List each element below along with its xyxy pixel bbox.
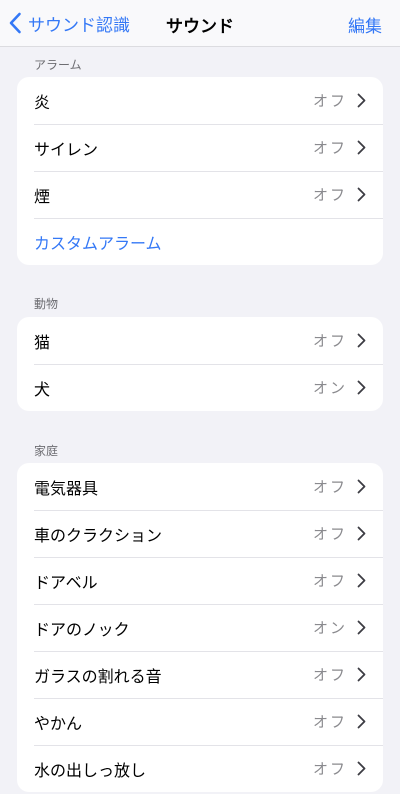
sound-status: オフ	[312, 525, 347, 543]
chevron-right-icon	[357, 526, 366, 541]
custom-alarm-label: カスタムアラーム	[34, 233, 162, 253]
sound-status: オン	[312, 379, 347, 397]
sound-row-car-horn[interactable]: 車のクラクション オフ	[17, 510, 383, 557]
sound-status: オフ	[312, 572, 347, 590]
chevron-right-icon	[357, 479, 366, 494]
sound-row-doorbell[interactable]: ドアベル オフ	[17, 557, 383, 604]
sound-row-cat[interactable]: 猫 オフ	[17, 317, 383, 364]
sound-status: オフ	[312, 139, 347, 157]
sound-status: オフ	[312, 186, 347, 204]
group-alarms: 炎 オフ サイレン オフ 煙 オフ カスタムアラーム	[17, 77, 383, 265]
sound-label: 煙	[34, 186, 51, 206]
group-animals: 猫 オフ 犬 オン	[17, 317, 383, 411]
edit-button[interactable]: 編集	[348, 12, 382, 37]
sound-status: オフ	[312, 760, 347, 778]
sound-status: オフ	[312, 666, 347, 684]
group-household: 電気器具 オフ 車のクラクション オフ ドアベル オフ ドアのノック オン ガラ…	[17, 463, 383, 792]
sound-label: ドアのノック	[34, 619, 130, 639]
sound-status: オフ	[312, 92, 347, 110]
back-button-label: サウンド認識	[28, 15, 130, 36]
section-header-household: 家庭	[34, 444, 59, 458]
sound-label: 炎	[34, 92, 51, 112]
sound-label: ドアベル	[34, 572, 98, 592]
sound-label: 猫	[34, 332, 51, 352]
sound-status: オン	[312, 619, 347, 637]
chevron-right-icon	[357, 333, 366, 348]
sound-label: ガラスの割れる音	[34, 666, 162, 686]
sound-row-dog[interactable]: 犬 オン	[17, 364, 383, 411]
sound-status: オフ	[312, 332, 347, 350]
sound-label: やかん	[34, 713, 83, 733]
sounds-list[interactable]: アラーム 炎 オフ サイレン オフ 煙 オフ カスタムアラーム 動物 猫 オフ …	[0, 47, 400, 794]
sound-row-appliances[interactable]: 電気器具 オフ	[17, 463, 383, 510]
chevron-right-icon	[357, 93, 366, 108]
sound-row-glass-breaking[interactable]: ガラスの割れる音 オフ	[17, 651, 383, 698]
sound-label: 犬	[34, 379, 51, 399]
sound-row-smoke[interactable]: 煙 オフ	[17, 171, 383, 218]
chevron-right-icon	[357, 573, 366, 588]
custom-alarm-button[interactable]: カスタムアラーム	[17, 218, 383, 265]
sound-status: オフ	[312, 713, 347, 731]
chevron-right-icon	[357, 140, 366, 155]
chevron-right-icon	[357, 667, 366, 682]
section-header-alarms: アラーム	[34, 58, 82, 72]
sound-label: 水の出しっ放し	[34, 760, 147, 780]
chevron-right-icon	[357, 620, 366, 635]
chevron-right-icon	[357, 761, 366, 776]
chevron-left-icon	[9, 12, 21, 34]
chevron-right-icon	[357, 380, 366, 395]
navigation-bar: サウンド認識 サウンド 編集	[0, 0, 400, 47]
sound-row-fire[interactable]: 炎 オフ	[17, 77, 383, 124]
chevron-right-icon	[357, 714, 366, 729]
sound-row-door-knock[interactable]: ドアのノック オン	[17, 604, 383, 651]
sound-row-siren[interactable]: サイレン オフ	[17, 124, 383, 171]
sound-label: 車のクラクション	[34, 525, 163, 545]
page-title: サウンド	[166, 17, 234, 37]
sound-label: 電気器具	[34, 478, 99, 498]
sound-status: オフ	[312, 478, 347, 496]
sound-row-kettle[interactable]: やかん オフ	[17, 698, 383, 745]
back-button[interactable]: サウンド認識	[8, 10, 130, 36]
sound-row-running-water[interactable]: 水の出しっ放し オフ	[17, 745, 383, 792]
chevron-right-icon	[357, 187, 366, 202]
sound-label: サイレン	[34, 139, 99, 159]
section-header-animals: 動物	[34, 297, 59, 311]
